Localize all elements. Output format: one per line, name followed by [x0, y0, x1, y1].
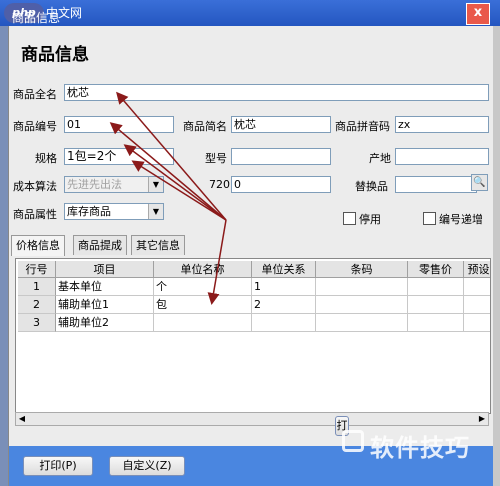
disable-label: 停用: [359, 213, 381, 226]
table-cell[interactable]: [464, 296, 490, 314]
autonum-checkbox[interactable]: [423, 212, 436, 225]
col-header-barcode: 条码: [316, 261, 408, 278]
scroll-right-icon[interactable]: ▶: [476, 413, 488, 425]
spec-label: 规格: [35, 152, 57, 165]
col-header-rownum: 行号: [18, 261, 56, 278]
window-title: 商品信息: [12, 11, 61, 25]
table-cell[interactable]: 包: [154, 296, 252, 314]
table-cell[interactable]: [408, 314, 464, 332]
tab-bar: 价格信息 商品提成 其它信息: [9, 235, 493, 256]
print-button[interactable]: 打印(P): [23, 456, 93, 476]
table-cell[interactable]: [408, 296, 464, 314]
substitute-search-button[interactable]: 🔍: [471, 174, 488, 191]
close-icon: x: [473, 5, 483, 20]
table-cell[interactable]: [316, 314, 408, 332]
tab-other-info[interactable]: 其它信息: [131, 235, 185, 255]
close-button[interactable]: x: [466, 3, 490, 25]
costing-label: 成本算法: [13, 180, 57, 193]
col-header-unit: 单位名称: [154, 261, 252, 278]
watermark: 软件技巧: [370, 434, 470, 462]
origin-input[interactable]: [395, 148, 489, 165]
table-row-num: 3: [18, 314, 56, 332]
tab-price-info[interactable]: 价格信息: [11, 235, 65, 256]
origin-label: 产地: [369, 152, 391, 165]
product-info-dialog: 商品信息 商品全名 枕芯 商品编号 01 商品简名 枕芯 商品拼音码 zx 规格…: [8, 26, 493, 486]
page-title: 商品信息: [21, 45, 89, 65]
chevron-down-icon: ▼: [148, 177, 163, 192]
model-input[interactable]: [231, 148, 331, 165]
search-icon: 🔍: [473, 177, 486, 188]
chevron-down-icon: ▼: [148, 204, 163, 219]
col-header-item: 项目: [56, 261, 154, 278]
attr-select[interactable]: 库存商品 ▼: [64, 203, 164, 220]
shortname-label: 商品简名: [183, 120, 227, 133]
col-header-preset: 预设: [464, 261, 490, 278]
col-header-retail: 零售价: [408, 261, 464, 278]
fullname-input[interactable]: 枕芯: [64, 84, 489, 101]
unit-grid: 行号 项目 单位名称 单位关系 条码 零售价 预设 1 基本单位 个 1 2 辅…: [15, 258, 491, 414]
custom-button[interactable]: 自定义(Z): [109, 456, 185, 476]
table-cell[interactable]: [316, 296, 408, 314]
table-cell[interactable]: [154, 314, 252, 332]
table-row-num: 2: [18, 296, 56, 314]
code-label: 商品编号: [13, 120, 57, 133]
table-cell[interactable]: [252, 314, 316, 332]
horizontal-scrollbar[interactable]: ◀ ▶: [15, 412, 489, 426]
table-cell[interactable]: 基本单位: [56, 278, 154, 296]
fullname-label: 商品全名: [13, 88, 57, 101]
scroll-left-icon[interactable]: ◀: [16, 413, 28, 425]
n720-label: 720: [209, 178, 230, 191]
substitute-label: 替换品: [355, 180, 388, 193]
attr-value: 库存商品: [67, 205, 111, 218]
table-cell[interactable]: [464, 278, 490, 296]
pinyin-input[interactable]: zx: [395, 116, 489, 133]
costing-value: 先进先出法: [67, 178, 122, 191]
shortname-input[interactable]: 枕芯: [231, 116, 331, 133]
table-cell[interactable]: 2: [252, 296, 316, 314]
autonum-label: 编号递增: [439, 213, 483, 226]
watermark-icon: [342, 430, 364, 452]
substitute-input[interactable]: [395, 176, 477, 193]
table-cell[interactable]: 个: [154, 278, 252, 296]
table-row-num: 1: [18, 278, 56, 296]
table-cell[interactable]: 辅助单位2: [56, 314, 154, 332]
col-header-relation: 单位关系: [252, 261, 316, 278]
spec-input[interactable]: 1包=2个: [64, 148, 174, 165]
table-cell[interactable]: [408, 278, 464, 296]
pinyin-label: 商品拼音码: [335, 120, 390, 133]
disable-checkbox[interactable]: [343, 212, 356, 225]
attr-label: 商品属性: [13, 208, 57, 221]
table-cell[interactable]: [464, 314, 490, 332]
table-cell[interactable]: 辅助单位1: [56, 296, 154, 314]
costing-select[interactable]: 先进先出法 ▼: [64, 176, 164, 193]
title-bar: php 中文网 商品信息 x: [0, 0, 500, 26]
table-cell[interactable]: 1: [252, 278, 316, 296]
n720-input[interactable]: 0: [231, 176, 331, 193]
table-cell[interactable]: [316, 278, 408, 296]
code-input[interactable]: 01: [64, 116, 174, 133]
tab-commission[interactable]: 商品提成: [73, 235, 127, 255]
model-label: 型号: [205, 152, 227, 165]
